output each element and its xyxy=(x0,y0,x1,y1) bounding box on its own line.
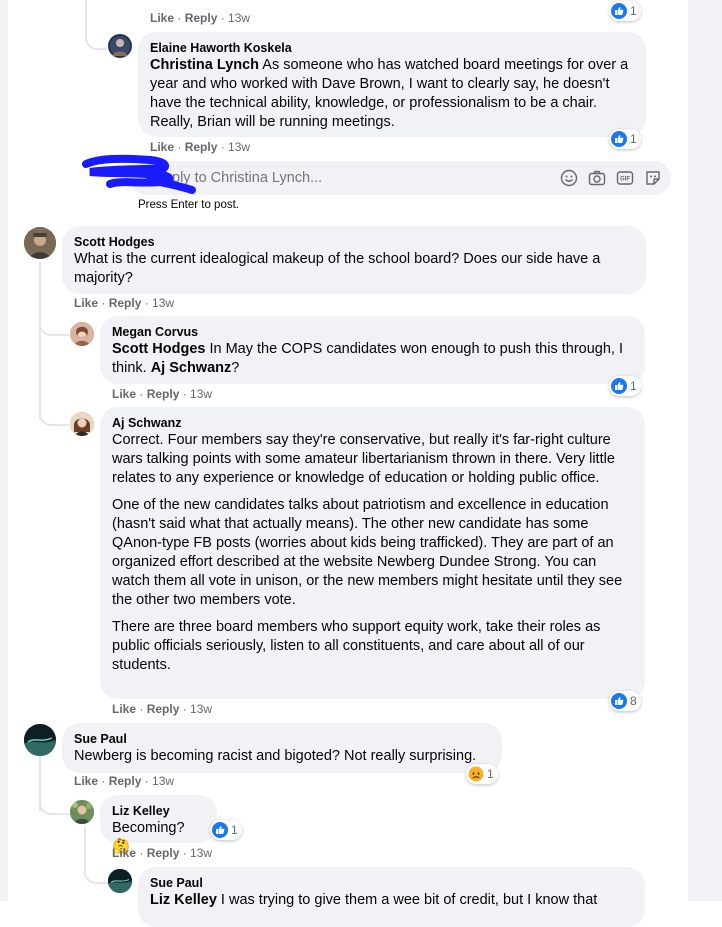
like-link[interactable]: Like xyxy=(112,702,136,716)
reaction-count[interactable]: 1 xyxy=(609,376,641,396)
like-icon xyxy=(611,3,627,19)
reply-hint: Press Enter to post. xyxy=(138,199,239,211)
page-edge-right xyxy=(688,0,722,901)
reply-link[interactable]: Reply xyxy=(109,774,142,788)
thread-elbow-elaine xyxy=(85,0,107,50)
comment-paragraph: Correct. Four members say they're conser… xyxy=(112,432,615,486)
reaction-number: 1 xyxy=(487,767,494,781)
timestamp[interactable]: 13w xyxy=(228,11,250,25)
comment-bubble-scott: Scott Hodges What is the current idealog… xyxy=(62,226,646,294)
reply-box[interactable]: GIF xyxy=(130,161,671,195)
thread-elbow-megan xyxy=(39,318,69,336)
comment-actions: Like · Reply · 13w xyxy=(112,702,213,716)
comment-author[interactable]: Megan Corvus xyxy=(112,324,633,340)
like-icon xyxy=(611,131,627,147)
timestamp[interactable]: 13w xyxy=(190,702,212,716)
timestamp[interactable]: 13w xyxy=(190,846,212,860)
avatar-aj[interactable] xyxy=(70,412,94,436)
comment-actions: Like · Reply · 13w xyxy=(74,774,175,788)
like-link[interactable]: Like xyxy=(150,11,174,25)
camera-icon[interactable] xyxy=(588,169,606,187)
comment-bubble-elaine: Elaine Haworth Koskela Christina Lynch A… xyxy=(138,32,646,137)
comment-bubble-sue-reply: Sue Paul Liz Kelley I was trying to give… xyxy=(138,867,645,927)
reaction-count[interactable]: 1 xyxy=(609,129,641,149)
reaction-number: 1 xyxy=(630,132,637,146)
timestamp[interactable]: 13w xyxy=(152,774,174,788)
gif-icon[interactable]: GIF xyxy=(616,169,634,187)
reply-link[interactable]: Reply xyxy=(185,11,218,25)
emoji-icon[interactable] xyxy=(560,169,578,187)
comment-paragraph: There are three board members who suppor… xyxy=(112,619,601,673)
mention-tag[interactable]: Christina Lynch xyxy=(150,57,259,73)
comment-author[interactable]: Aj Schwanz xyxy=(112,415,633,431)
comment-text: Scott Hodges In May the COPS candidates … xyxy=(112,341,623,376)
sad-icon xyxy=(468,766,484,782)
avatar-liz[interactable] xyxy=(70,800,94,824)
thread-elbow-liz xyxy=(39,795,69,815)
thread-elbow-aj xyxy=(39,406,69,426)
reaction-count[interactable]: 1 xyxy=(466,764,498,784)
avatar-elaine[interactable] xyxy=(108,34,132,58)
thread-line-scott xyxy=(39,262,41,420)
comment-actions: Like · Reply · 13w xyxy=(74,296,175,310)
comment-author[interactable]: Scott Hodges xyxy=(74,234,634,250)
like-icon xyxy=(212,822,228,838)
reaction-count[interactable]: 1 xyxy=(609,1,641,21)
mention-tag[interactable]: Scott Hodges xyxy=(112,341,205,357)
comment-text: Correct. Four members say they're conser… xyxy=(112,431,633,675)
timestamp[interactable]: 13w xyxy=(228,140,250,154)
timestamp[interactable]: 13w xyxy=(190,387,212,401)
like-link[interactable]: Like xyxy=(74,774,98,788)
like-link[interactable]: Like xyxy=(112,387,136,401)
reaction-number: 1 xyxy=(231,823,238,837)
comment-text: Christina Lynch As someone who has watch… xyxy=(150,57,629,130)
reaction-number: 8 xyxy=(630,694,637,708)
timestamp[interactable]: 13w xyxy=(152,296,174,310)
comment-actions: Like · Reply · 13w xyxy=(112,846,213,860)
reaction-number: 1 xyxy=(630,4,637,18)
comment-actions: Like · Reply · 13w xyxy=(150,11,251,25)
avatar-megan[interactable] xyxy=(70,322,94,346)
comment-author[interactable]: Elaine Haworth Koskela xyxy=(150,40,634,56)
reply-link[interactable]: Reply xyxy=(109,296,142,310)
comment-bubble-megan: Megan Corvus Scott Hodges In May the COP… xyxy=(100,316,645,384)
comment-text: Newberg is becoming racist and bigoted? … xyxy=(74,748,477,764)
sticker-icon[interactable] xyxy=(644,169,662,187)
redaction-scribble xyxy=(82,154,196,194)
reaction-number: 1 xyxy=(630,379,637,393)
svg-text:GIF: GIF xyxy=(620,177,630,183)
reply-link[interactable]: Reply xyxy=(147,702,180,716)
like-icon xyxy=(611,378,627,394)
reply-link[interactable]: Reply xyxy=(147,846,180,860)
comment-actions: Like · Reply · 13w xyxy=(112,387,213,401)
reaction-count[interactable]: 8 xyxy=(609,691,641,711)
thread-elbow-sue2 xyxy=(84,862,108,884)
avatar-scott[interactable] xyxy=(24,227,56,259)
comment-bubble-aj: Aj Schwanz Correct. Four members say the… xyxy=(100,407,645,699)
comment-bubble-liz: Liz Kelley Becoming? 🤔 xyxy=(100,795,217,855)
page-edge-left xyxy=(0,0,8,901)
mention-tag[interactable]: Aj Schwanz xyxy=(151,360,232,376)
reaction-count[interactable]: 1 xyxy=(210,820,242,840)
comment-paragraph: One of the new candidates talks about pa… xyxy=(112,497,623,608)
comment-author[interactable]: Liz Kelley xyxy=(112,803,205,819)
comment-bubble-sue: Sue Paul Newberg is becoming racist and … xyxy=(62,723,502,773)
like-link[interactable]: Like xyxy=(74,296,98,310)
like-link[interactable]: Like xyxy=(112,846,136,860)
comment-text: What is the current idealogical makeup o… xyxy=(74,251,601,286)
avatar-sue-reply[interactable] xyxy=(108,869,132,893)
avatar-sue[interactable] xyxy=(24,724,56,756)
comment-author[interactable]: Sue Paul xyxy=(74,731,490,747)
reply-link[interactable]: Reply xyxy=(147,387,180,401)
like-icon xyxy=(611,693,627,709)
mention-tag[interactable]: Liz Kelley xyxy=(150,892,217,908)
comment-author[interactable]: Sue Paul xyxy=(150,875,633,891)
